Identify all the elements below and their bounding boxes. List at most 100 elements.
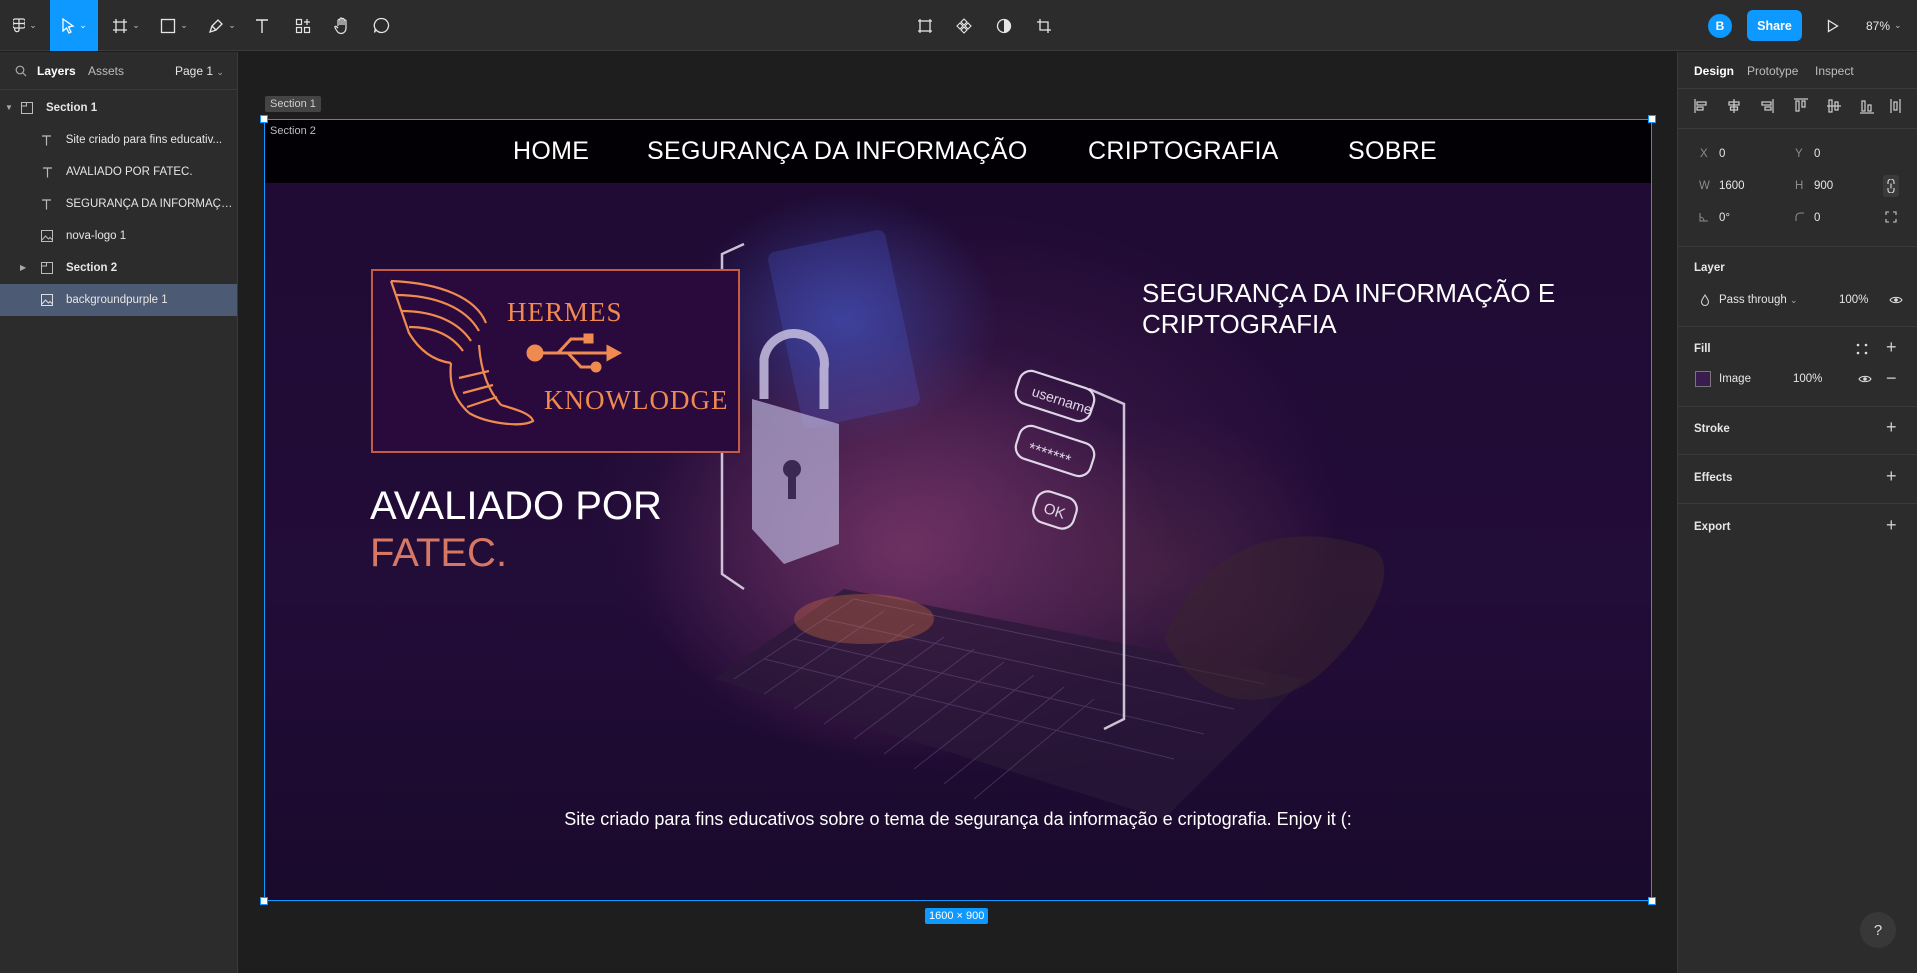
crop-icon	[1037, 18, 1051, 33]
tab-layers[interactable]: Layers	[37, 64, 76, 78]
site-navbar: Section 2 HOME SEGURANÇA DA INFORMAÇÃO C…	[264, 119, 1652, 183]
page-selector[interactable]: Page 1 ⌄	[175, 64, 224, 78]
design-panel: Design Prototype Inspect X 0 Y 0 W 1600 …	[1677, 52, 1917, 973]
expand-arrow-icon[interactable]: ▼	[5, 103, 13, 112]
illustration-password-text: *******	[1026, 440, 1073, 470]
add-fill-icon[interactable]: +	[1886, 337, 1897, 358]
layer-row-image-background[interactable]: backgroundpurple 1	[0, 284, 237, 316]
resize-handle-bottom-right[interactable]	[1648, 897, 1656, 905]
tab-design[interactable]: Design	[1694, 64, 1734, 78]
expand-arrow-icon[interactable]: ▶	[20, 263, 26, 272]
layer-row-section-1[interactable]: ▼ Section 1	[0, 92, 237, 124]
zoom-dropdown[interactable]: 87% ⌄	[1866, 0, 1902, 51]
tab-prototype[interactable]: Prototype	[1747, 64, 1798, 78]
zoom-value: 87%	[1866, 18, 1891, 33]
eye-icon[interactable]	[1889, 295, 1903, 305]
nav-about[interactable]: SOBRE	[1348, 137, 1437, 166]
chevron-down-icon: ⌄	[132, 20, 140, 30]
image-layer-icon	[40, 229, 54, 243]
remove-fill-icon[interactable]: −	[1886, 368, 1897, 389]
chevron-down-icon: ⌄	[29, 20, 37, 30]
width-input[interactable]: 1600	[1719, 180, 1745, 192]
comment-tool-button[interactable]	[369, 0, 393, 51]
nav-information-security[interactable]: SEGURANÇA DA INFORMAÇÃO	[647, 137, 1028, 166]
add-export-icon[interactable]: +	[1886, 515, 1897, 536]
fill-opacity-input[interactable]: 100%	[1793, 373, 1822, 385]
resources-tool-button[interactable]	[291, 0, 315, 51]
add-effect-icon[interactable]: +	[1886, 466, 1897, 487]
eye-icon[interactable]	[1858, 374, 1872, 384]
resize-handle-top-right[interactable]	[1648, 115, 1656, 123]
design-canvas[interactable]: Section 1 username ******* OK Section 2 …	[239, 52, 1676, 973]
chevron-down-icon: ⌄	[180, 20, 188, 30]
tab-assets[interactable]: Assets	[88, 64, 124, 78]
frame-tool-button[interactable]: ⌄	[108, 0, 144, 51]
layer-row-text-heading[interactable]: SEGURANÇA DA INFORMAÇÃ...	[0, 188, 237, 220]
create-component-button[interactable]	[952, 0, 976, 51]
section-1-label[interactable]: Section 1	[265, 96, 321, 112]
share-button[interactable]: Share	[1747, 10, 1802, 41]
main-menu-button[interactable]: ⌄	[8, 0, 42, 51]
chevron-down-icon: ⌄	[216, 67, 224, 77]
help-button[interactable]: ?	[1860, 912, 1896, 948]
hand-tool-button[interactable]	[330, 0, 354, 51]
corner-radius-input[interactable]: 0	[1814, 212, 1820, 224]
section-icon	[20, 101, 34, 115]
align-left-icon	[1694, 99, 1707, 113]
rotation-icon	[1699, 213, 1708, 222]
tab-inspect[interactable]: Inspect	[1815, 64, 1854, 78]
align-bottom-icon	[1860, 100, 1874, 114]
nova-logo[interactable]: HERMES KNOWLODGE	[371, 269, 740, 453]
move-tool-button[interactable]: ⌄	[50, 0, 98, 51]
user-avatar[interactable]: B	[1708, 14, 1732, 38]
layer-opacity-input[interactable]: 100%	[1839, 294, 1868, 306]
cursor-icon	[62, 17, 75, 34]
search-icon[interactable]	[15, 65, 27, 77]
mask-button[interactable]	[992, 0, 1016, 51]
logo-knowledge-text: KNOWLODGE	[544, 385, 729, 415]
pen-tool-button[interactable]: ⌄	[204, 0, 240, 51]
component-frame-button[interactable]	[913, 0, 937, 51]
footer-description[interactable]: Site criado para fins educativos sobre o…	[264, 809, 1652, 830]
layer-row-text-footer[interactable]: Site criado para fins educativ...	[0, 124, 237, 156]
link-icon	[1887, 179, 1895, 193]
fatec-text[interactable]: FATEC.	[370, 530, 507, 577]
divider	[1678, 454, 1917, 455]
hero-heading[interactable]: SEGURANÇA DA INFORMAÇÃO E CRIPTOGRAFIA	[1142, 278, 1592, 340]
chevron-down-icon: ⌄	[228, 20, 236, 30]
nav-home[interactable]: HOME	[513, 137, 589, 166]
blend-mode-value: Pass through	[1719, 294, 1787, 306]
layer-row-text-evaluated[interactable]: AVALIADO POR FATEC.	[0, 156, 237, 188]
divider	[1678, 503, 1917, 504]
independent-corners-icon[interactable]	[1885, 211, 1897, 223]
fill-type-label[interactable]: Image	[1719, 373, 1751, 385]
resize-handle-top-left[interactable]	[260, 115, 268, 123]
text-icon	[256, 18, 268, 33]
top-toolbar: ⌄ ⌄ ⌄ ⌄ ⌄ B Share 87% ⌄	[0, 0, 1917, 51]
styles-grid-icon[interactable]	[1856, 343, 1868, 355]
evaluated-by-text[interactable]: AVALIADO POR	[370, 483, 662, 530]
section-1-frame[interactable]: username ******* OK Section 2 HOME SEGUR…	[264, 119, 1652, 901]
text-layer-icon	[40, 165, 54, 179]
y-input[interactable]: 0	[1814, 148, 1820, 160]
add-stroke-icon[interactable]: +	[1886, 417, 1897, 438]
constrain-proportions-button[interactable]	[1883, 175, 1899, 197]
resize-handle-bottom-left[interactable]	[260, 897, 268, 905]
align-center-horizontal-icon	[1728, 99, 1740, 113]
height-input[interactable]: 900	[1814, 180, 1833, 192]
alignment-toolbar[interactable]	[1694, 98, 1908, 114]
layer-row-image-logo[interactable]: nova-logo 1	[0, 220, 237, 252]
rotation-input[interactable]: 0°	[1719, 212, 1730, 224]
image-fill-swatch[interactable]	[1695, 371, 1711, 387]
crop-button[interactable]	[1032, 0, 1056, 51]
section-2-label[interactable]: Section 2	[270, 125, 316, 137]
layer-row-section-2[interactable]: ▶ Section 2	[0, 252, 237, 284]
pen-icon	[209, 18, 224, 33]
blend-mode-dropdown[interactable]: Pass through ⌄	[1719, 294, 1798, 306]
shape-tool-button[interactable]: ⌄	[156, 0, 192, 51]
x-input[interactable]: 0	[1719, 148, 1725, 160]
rectangle-icon	[161, 18, 176, 33]
nav-cryptography[interactable]: CRIPTOGRAFIA	[1088, 137, 1279, 166]
present-button[interactable]	[1821, 0, 1845, 51]
text-tool-button[interactable]	[250, 0, 274, 51]
